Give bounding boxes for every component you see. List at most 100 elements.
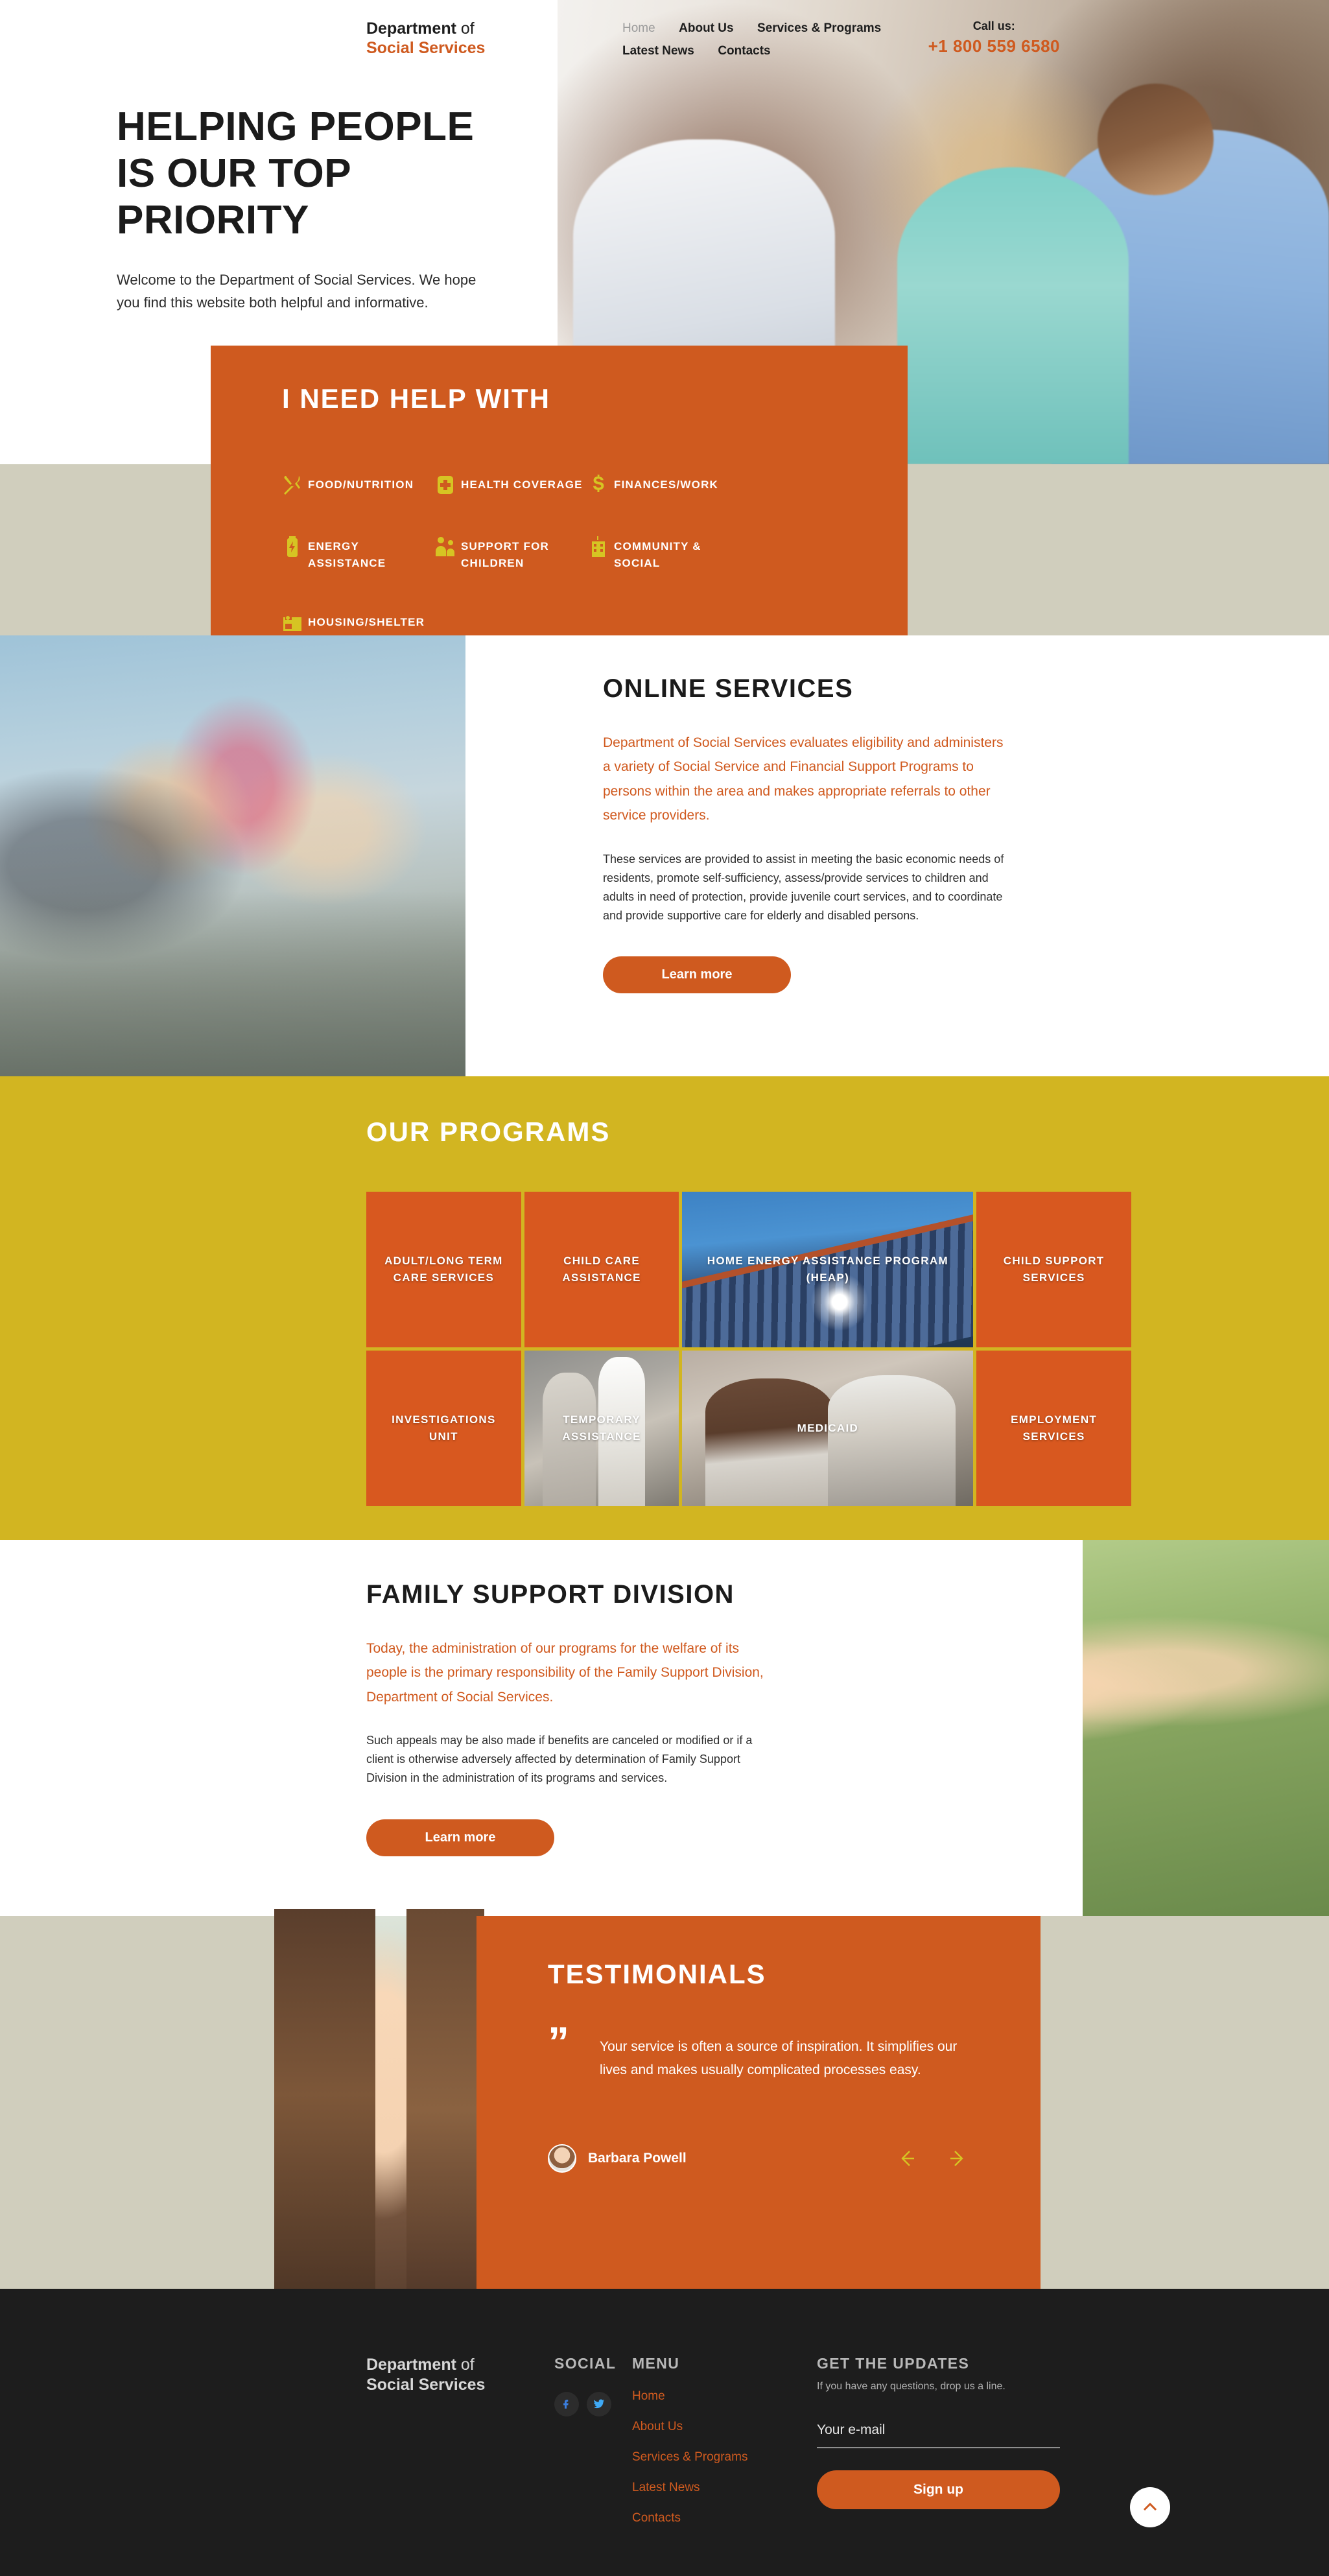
footer-menu-item-latest-news[interactable]: Latest News xyxy=(632,2481,700,2494)
arrow-right-icon[interactable] xyxy=(947,2147,969,2169)
help-item-label: HEALTH COVERAGE xyxy=(461,479,583,491)
logo-line1-bold: Department xyxy=(366,19,456,38)
footer-menu-heading: MENU xyxy=(632,2355,680,2372)
footer-updates-column: GET THE UPDATES If you have any question… xyxy=(817,2355,1076,2542)
footer-menu-item-about-us[interactable]: About Us xyxy=(632,2420,683,2433)
online-services-section: ONLINE SERVICES Department of Social Ser… xyxy=(0,635,1329,1076)
hero-title: HELPING PEOPLE IS OUR TOP PRIORITY xyxy=(117,104,475,242)
program-tile-medicaid[interactable]: MEDICAID xyxy=(682,1351,974,1506)
call-us-block: Call us: +1 800 559 6580 xyxy=(928,19,1060,56)
program-tile-label: ADULT/LONG TERM CARE SERVICES xyxy=(384,1254,503,1284)
email-input[interactable] xyxy=(817,2422,1060,2448)
people-icon xyxy=(435,536,461,557)
footer-menu-item-contacts[interactable]: Contacts xyxy=(632,2511,681,2525)
building-icon xyxy=(588,536,614,557)
program-tile-label: CHILD SUPPORT SERVICES xyxy=(1003,1254,1105,1284)
family-support-learn-more-button[interactable]: Learn more xyxy=(366,1819,554,1856)
testimonials-heading: TESTIMONIALS xyxy=(548,1959,766,1989)
help-item-energy-assistance[interactable]: ENERGY ASSISTANCE xyxy=(282,536,435,571)
help-item-food-nutrition[interactable]: FOOD/NUTRITION xyxy=(282,475,435,495)
program-tile-label: EMPLOYMENT SERVICES xyxy=(1011,1413,1098,1443)
logo-line2: Social Services xyxy=(366,38,486,57)
page-root: Department of Social Services Home About… xyxy=(0,0,1329,2576)
program-tile-label: TEMPORARY ASSISTANCE xyxy=(562,1413,641,1443)
call-us-number[interactable]: +1 800 559 6580 xyxy=(928,36,1060,56)
fork-spoon-icon xyxy=(282,475,308,495)
program-tile-employment-services[interactable]: EMPLOYMENT SERVICES xyxy=(976,1351,1131,1506)
footer-social-column: SOCIAL xyxy=(554,2355,632,2542)
program-tile-label: HOME ENERGY ASSISTANCE PROGRAM (HEAP) xyxy=(707,1254,948,1284)
back-to-top-button[interactable] xyxy=(1130,2487,1170,2527)
facebook-icon[interactable] xyxy=(554,2392,579,2416)
bed-icon xyxy=(282,612,308,633)
nav-item-latest-news[interactable]: Latest News xyxy=(622,44,694,58)
program-tile-label: MEDICAID xyxy=(797,1421,859,1434)
footer-menu-item-home[interactable]: Home xyxy=(632,2389,665,2403)
help-item-label: FINANCES/WORK xyxy=(614,479,719,491)
family-support-body: Such appeals may be also made if benefit… xyxy=(366,1734,753,1785)
arrow-left-icon[interactable] xyxy=(895,2147,917,2169)
nav-item-services-programs[interactable]: Services & Programs xyxy=(757,21,881,36)
dollar-sign-icon xyxy=(588,475,614,495)
online-services-learn-more-button[interactable]: Learn more xyxy=(603,956,791,994)
help-item-label: SUPPORT FOR CHILDREN xyxy=(461,540,549,569)
testimonial-quote-text: Your service is often a source of inspir… xyxy=(600,2039,958,2078)
programs-section: OUR PROGRAMS ADULT/LONG TERM CARE SERVIC… xyxy=(0,1076,1329,1540)
programs-grid: ADULT/LONG TERM CARE SERVICES CHILD CARE… xyxy=(366,1192,1131,1506)
nav-item-about-us[interactable]: About Us xyxy=(679,21,733,36)
help-item-health-coverage[interactable]: HEALTH COVERAGE xyxy=(435,475,588,495)
medical-cross-icon xyxy=(435,475,461,495)
program-tile-label: CHILD CARE ASSISTANCE xyxy=(562,1254,641,1284)
hero-photo-person-head xyxy=(1098,83,1214,195)
help-item-label: COMMUNITY & SOCIAL xyxy=(614,540,701,569)
nav-item-home[interactable]: Home xyxy=(622,21,655,36)
program-tile-label: INVESTIGATIONS UNIT xyxy=(392,1413,496,1443)
program-tile-child-support-services[interactable]: CHILD SUPPORT SERVICES xyxy=(976,1192,1131,1347)
battery-bolt-icon xyxy=(282,536,308,557)
testimonials-section: TESTIMONIALS ” Your service is often a s… xyxy=(0,1908,1329,2297)
program-tile-adult-long-term-care[interactable]: ADULT/LONG TERM CARE SERVICES xyxy=(366,1192,521,1347)
program-tile-child-care-assistance[interactable]: CHILD CARE ASSISTANCE xyxy=(524,1192,679,1347)
call-us-label: Call us: xyxy=(972,19,1015,32)
online-services-lead: Department of Social Services evaluates … xyxy=(603,735,1004,823)
footer-logo-line1-thin: of xyxy=(460,2356,475,2374)
footer-logo[interactable]: Department of Social Services xyxy=(366,2355,554,2542)
quote-mark-icon: ” xyxy=(548,2018,569,2066)
help-item-finances-work[interactable]: FINANCES/WORK xyxy=(588,475,741,495)
footer-updates-heading: GET THE UPDATES xyxy=(817,2355,970,2372)
program-tile-home-energy-assistance[interactable]: HOME ENERGY ASSISTANCE PROGRAM (HEAP) xyxy=(682,1192,974,1347)
program-tile-investigations-unit[interactable]: INVESTIGATIONS UNIT xyxy=(366,1351,521,1506)
help-item-label: HOUSING/SHELTER xyxy=(308,616,425,628)
footer-menu-column: MENU Home About Us Services & Programs L… xyxy=(632,2355,817,2542)
footer-logo-line2: Social Services xyxy=(366,2375,486,2394)
sign-up-button[interactable]: Sign up xyxy=(817,2470,1060,2509)
site-footer: Department of Social Services SOCIAL MEN… xyxy=(0,2289,1329,2576)
help-item-housing-shelter[interactable]: HOUSING/SHELTER xyxy=(282,614,435,633)
site-logo[interactable]: Department of Social Services xyxy=(366,19,485,58)
program-tile-temporary-assistance[interactable]: TEMPORARY ASSISTANCE xyxy=(524,1351,679,1506)
footer-social-heading: SOCIAL xyxy=(554,2355,617,2372)
family-support-lead: Today, the administration of our program… xyxy=(366,1641,764,1705)
testimonial-card: TESTIMONIALS ” Your service is often a s… xyxy=(476,1916,1041,2289)
family-support-heading: FAMILY SUPPORT DIVISION xyxy=(366,1580,735,1609)
nav-item-contacts[interactable]: Contacts xyxy=(718,44,770,58)
help-item-label: ENERGY ASSISTANCE xyxy=(308,540,386,569)
avatar xyxy=(548,2144,576,2173)
programs-heading: OUR PROGRAMS xyxy=(366,1117,611,1147)
footer-menu-item-services-programs[interactable]: Services & Programs xyxy=(632,2450,747,2464)
site-header: Department of Social Services Home About… xyxy=(0,0,1329,84)
help-item-label: FOOD/NUTRITION xyxy=(308,479,414,491)
help-section: I NEED HELP WITH FOOD/NUTRITION HEALTH C… xyxy=(211,346,908,635)
hero-paragraph: Welcome to the Department of Social Serv… xyxy=(117,271,476,311)
help-items-grid: FOOD/NUTRITION HEALTH COVERAGE FINANCES/… xyxy=(282,475,836,676)
testimonial-author-name: Barbara Powell xyxy=(588,2151,687,2166)
footer-logo-line1-bold: Department xyxy=(366,2356,456,2374)
family-support-division-section: FAMILY SUPPORT DIVISION Today, the admin… xyxy=(0,1540,1329,1916)
online-services-heading: ONLINE SERVICES xyxy=(603,674,854,703)
help-item-community-social[interactable]: COMMUNITY & SOCIAL xyxy=(588,536,741,571)
help-heading: I NEED HELP WITH xyxy=(282,383,550,414)
testimonial-photo xyxy=(274,1908,484,2297)
hero-text-block: HELPING PEOPLE IS OUR TOP PRIORITY Welco… xyxy=(0,104,830,314)
twitter-icon[interactable] xyxy=(587,2392,611,2416)
help-item-support-for-children[interactable]: SUPPORT FOR CHILDREN xyxy=(435,536,588,571)
